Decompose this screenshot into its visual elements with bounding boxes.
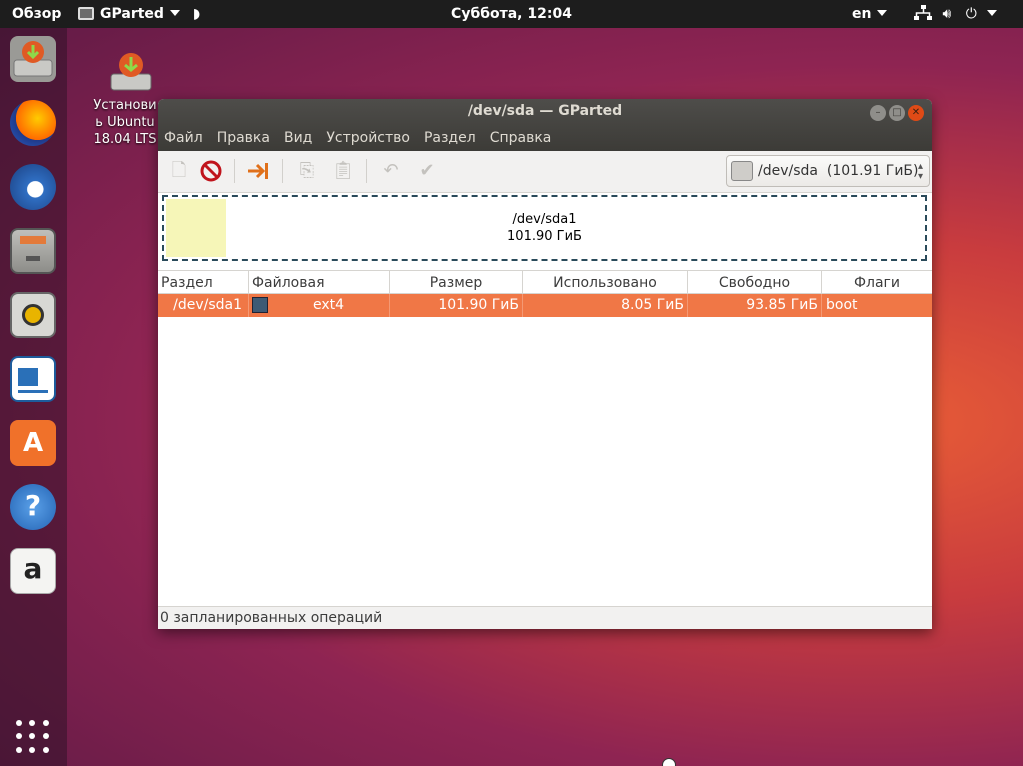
delete-partition-icon[interactable] xyxy=(198,159,224,183)
map-partition-name: /dev/sda1 xyxy=(512,212,577,227)
language-indicator[interactable]: en xyxy=(852,0,888,28)
cell-partition: /dev/sda1 xyxy=(158,294,249,317)
desktop-installer-icon[interactable] xyxy=(105,48,157,96)
desktop-label-line: 18.04 LTS xyxy=(93,132,157,147)
chevron-down-icon xyxy=(877,10,888,16)
disk-map[interactable]: /dev/sda1 101.90 ГиБ xyxy=(162,195,927,261)
menu-bar: Файл Правка Вид Устройство Раздел Справк… xyxy=(164,130,551,146)
activities-button[interactable]: Обзор xyxy=(12,0,61,28)
toolbar: 🗋 ⎘ 📋︎ ↶ ✔ /dev/sda (101.91 ГиБ) ▴ ▾ xyxy=(158,151,932,193)
column-partition[interactable]: Раздел xyxy=(158,271,249,295)
toolbar-separator xyxy=(282,159,283,183)
title-bar[interactable]: /dev/sda — GParted – □ ✕ Файл Правка Вид… xyxy=(158,99,932,151)
show-applications-button[interactable] xyxy=(16,720,50,754)
resize-move-icon[interactable] xyxy=(246,159,272,183)
writer-line-icon xyxy=(18,390,48,393)
device-size: (101.91 ГиБ) xyxy=(826,163,919,179)
top-bar: Обзор GParted ◗ Суббота, 12:04 en 🔊︎ ⏻ xyxy=(0,0,1023,28)
files-icon[interactable] xyxy=(10,228,56,274)
minimize-button[interactable]: – xyxy=(870,105,886,121)
desktop-installer-label[interactable]: Установи ь Ubuntu 18.04 LTS xyxy=(90,97,160,148)
writer-picture-icon xyxy=(18,368,38,386)
device-selector[interactable]: /dev/sda (101.91 ГиБ) ▴ ▾ xyxy=(726,155,930,187)
copy-icon[interactable]: ⎘ xyxy=(294,159,320,183)
menu-edit[interactable]: Правка xyxy=(217,130,270,146)
menu-help[interactable]: Справка xyxy=(490,130,552,146)
apply-icon[interactable]: ✔ xyxy=(414,159,440,183)
filesystem-name: ext4 xyxy=(313,297,345,313)
cursor-icon xyxy=(662,758,676,766)
chevron-down-icon xyxy=(987,10,998,16)
app-menu[interactable]: GParted ◗ xyxy=(78,0,200,28)
gparted-icon xyxy=(78,7,94,20)
column-flags[interactable]: Флаги xyxy=(822,271,932,295)
device-selector-label: /dev/sda (101.91 ГиБ) xyxy=(758,156,919,186)
toolbar-separator xyxy=(366,159,367,183)
language-label: en xyxy=(852,6,872,22)
app-menu-label: GParted xyxy=(100,6,164,22)
column-size[interactable]: Размер xyxy=(390,271,523,295)
menu-partition[interactable]: Раздел xyxy=(424,130,476,146)
chevron-down-icon xyxy=(169,10,180,16)
hard-disk-icon xyxy=(731,161,753,181)
menu-device[interactable]: Устройство xyxy=(326,130,410,146)
window-title: /dev/sda — GParted xyxy=(467,103,623,119)
system-tray[interactable]: 🔊︎ ⏻ xyxy=(914,0,998,28)
gparted-window: /dev/sda — GParted – □ ✕ Файл Правка Вид… xyxy=(158,99,932,629)
menu-file[interactable]: Файл xyxy=(164,130,203,146)
device-name: /dev/sda xyxy=(758,163,818,179)
amazon-icon[interactable]: a xyxy=(10,548,56,594)
disk-map-label: /dev/sda1 101.90 ГиБ xyxy=(164,211,925,245)
rhythmbox-icon[interactable] xyxy=(10,292,56,338)
map-partition-size: 101.90 ГиБ xyxy=(507,229,582,244)
maximize-button[interactable]: □ xyxy=(889,105,905,121)
installer-icon[interactable] xyxy=(10,36,56,82)
busy-spinner-icon: ◗ xyxy=(192,6,201,22)
table-header: Раздел Файловая система Размер Использов… xyxy=(158,270,932,315)
volume-icon: 🔊︎ xyxy=(942,6,952,22)
column-free[interactable]: Свободно xyxy=(688,271,822,295)
menu-view[interactable]: Вид xyxy=(284,130,312,146)
new-partition-icon[interactable]: 🗋 xyxy=(166,159,192,183)
network-icon xyxy=(914,5,932,20)
power-icon: ⏻ xyxy=(965,6,977,22)
table-row[interactable]: /dev/sda1 ext4 101.90 ГиБ 8.05 ГиБ 93.85… xyxy=(158,294,932,317)
cell-flags: boot xyxy=(826,297,858,313)
thunderbird-icon[interactable] xyxy=(10,164,56,210)
partition-table: Раздел Файловая система Размер Использов… xyxy=(158,270,932,317)
cell-filesystem: ext4 xyxy=(249,294,390,317)
software-center-icon[interactable]: A xyxy=(10,420,56,466)
files-drawer-handle xyxy=(26,256,40,261)
column-used[interactable]: Использовано xyxy=(523,271,688,295)
firefox-icon[interactable] xyxy=(10,100,56,146)
undo-icon[interactable]: ↶ xyxy=(378,159,404,183)
desktop-label-line: ь Ubuntu xyxy=(95,115,155,130)
libreoffice-writer-icon[interactable] xyxy=(10,356,56,402)
cell-used: 8.05 ГиБ xyxy=(523,294,688,317)
speaker-icon xyxy=(22,304,44,326)
status-bar: 0 запланированных операций xyxy=(158,606,932,629)
filesystem-color-swatch xyxy=(252,297,268,313)
close-button[interactable]: ✕ xyxy=(908,105,924,121)
help-icon[interactable]: ? xyxy=(10,484,56,530)
desktop-label-line: Установи xyxy=(93,98,157,113)
paste-icon[interactable]: 📋︎ xyxy=(330,159,356,183)
dock: A ? a xyxy=(0,28,67,766)
toolbar-separator xyxy=(234,159,235,183)
cell-size: 101.90 ГиБ xyxy=(390,294,523,317)
column-filesystem[interactable]: Файловая система xyxy=(249,271,390,315)
cell-free: 93.85 ГиБ xyxy=(688,294,822,317)
spin-arrows-icon: ▴ ▾ xyxy=(917,161,923,182)
files-drawer-label xyxy=(20,236,46,244)
